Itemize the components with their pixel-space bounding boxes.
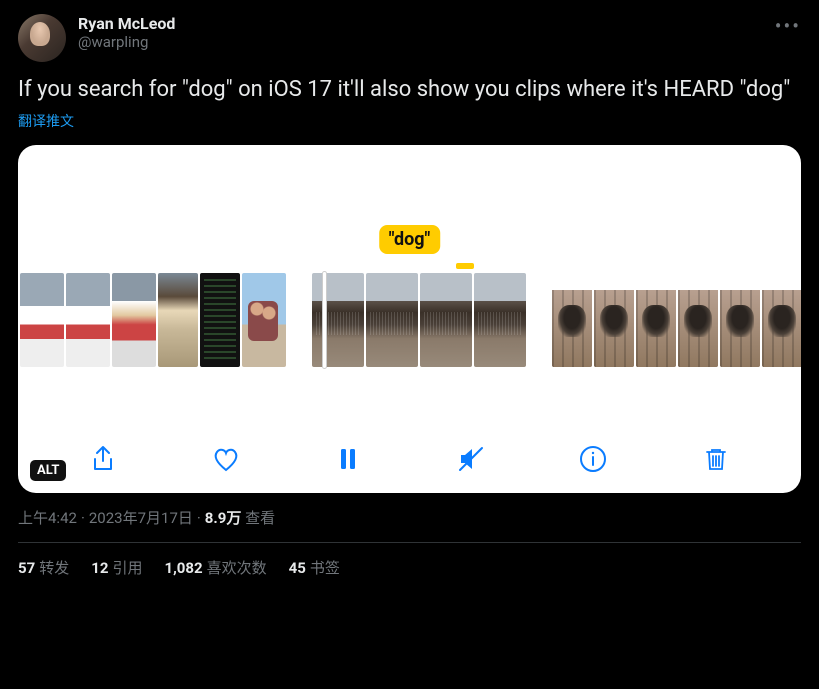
avatar[interactable] xyxy=(18,14,66,62)
thumbnail[interactable] xyxy=(66,273,110,367)
playhead[interactable] xyxy=(322,271,327,369)
translate-link[interactable]: 翻译推文 xyxy=(18,111,74,131)
likes-stat[interactable]: 1,082喜欢次数 xyxy=(164,557,266,578)
tweet-header: Ryan McLeod @warpling ••• xyxy=(18,14,801,62)
tweet-stats: 57转发 12引用 1,082喜欢次数 45书签 xyxy=(18,543,801,578)
tweet-container: Ryan McLeod @warpling ••• If you search … xyxy=(0,0,819,578)
share-icon[interactable] xyxy=(87,443,119,475)
trash-icon[interactable] xyxy=(700,443,732,475)
thumbnail[interactable] xyxy=(242,273,286,367)
mute-icon[interactable] xyxy=(455,443,487,475)
thumbnail[interactable] xyxy=(200,273,240,367)
video-timeline[interactable] xyxy=(18,273,801,367)
clip-group-center xyxy=(312,273,526,367)
thumbnail[interactable] xyxy=(158,273,198,367)
tweet-time[interactable]: 上午4:42 xyxy=(18,509,77,527)
thumbnail[interactable] xyxy=(20,273,64,367)
search-result-label: "dog" xyxy=(379,225,441,254)
thumbnail[interactable] xyxy=(112,273,156,367)
retweets-stat[interactable]: 57转发 xyxy=(18,557,69,578)
clip-group-left xyxy=(20,273,286,367)
more-options-icon[interactable]: ••• xyxy=(775,14,801,38)
thumbnail[interactable] xyxy=(762,273,801,367)
clip-group-right xyxy=(552,273,801,367)
bookmarks-stat[interactable]: 45书签 xyxy=(289,557,340,578)
thumbnail[interactable] xyxy=(720,273,760,367)
thumbnail[interactable] xyxy=(594,273,634,367)
pause-icon[interactable] xyxy=(332,443,364,475)
media-toolbar xyxy=(18,443,801,475)
quotes-stat[interactable]: 12引用 xyxy=(91,557,142,578)
author-names[interactable]: Ryan McLeod @warpling xyxy=(78,14,175,51)
heart-icon[interactable] xyxy=(210,443,242,475)
user-handle: @warpling xyxy=(78,33,175,51)
thumbnail[interactable] xyxy=(474,273,526,367)
tweet-text: If you search for "dog" on iOS 17 it'll … xyxy=(18,76,801,105)
media-card[interactable]: "dog" xyxy=(18,145,801,493)
thumbnail[interactable] xyxy=(366,273,418,367)
search-result-marker xyxy=(456,263,474,269)
views-count: 8.9万 xyxy=(205,509,242,527)
info-icon[interactable] xyxy=(577,443,609,475)
display-name: Ryan McLeod xyxy=(78,14,175,33)
views-label: 查看 xyxy=(245,509,275,527)
tweet-date[interactable]: 2023年7月17日 xyxy=(89,509,193,527)
thumbnail[interactable] xyxy=(678,273,718,367)
thumbnail[interactable] xyxy=(312,273,364,367)
thumbnail[interactable] xyxy=(552,273,592,367)
thumbnail[interactable] xyxy=(420,273,472,367)
alt-badge[interactable]: ALT xyxy=(30,460,66,481)
thumbnail[interactable] xyxy=(636,273,676,367)
tweet-meta: 上午4:42·2023年7月17日·8.9万 查看 xyxy=(18,507,801,528)
